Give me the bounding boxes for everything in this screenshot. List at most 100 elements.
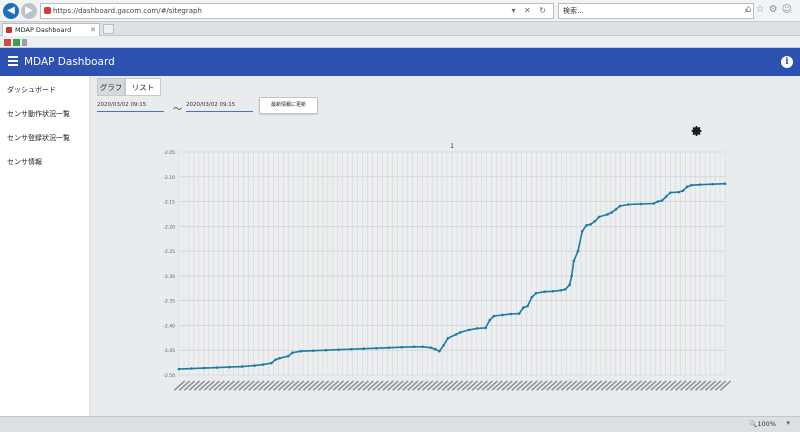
- data-point: [349, 347, 353, 351]
- chart-title: 1: [450, 143, 454, 150]
- data-point: [291, 351, 294, 354]
- chart-settings-gear-icon[interactable]: [691, 125, 703, 137]
- data-point: [568, 283, 571, 287]
- data-point: [375, 346, 378, 350]
- data-point: [484, 326, 487, 330]
- close-icon[interactable]: ✕: [90, 24, 96, 36]
- data-point: [488, 318, 492, 322]
- date-to-input[interactable]: 2020/03/02 09:15: [186, 102, 253, 112]
- data-point: [534, 291, 538, 295]
- main-content: グラフ リスト 2020/03/02 09:15 〜 2020/03/02 09…: [91, 76, 800, 416]
- data-point: [177, 367, 181, 371]
- data-point: [597, 215, 601, 219]
- data-point: [526, 304, 529, 308]
- data-point: [580, 229, 584, 233]
- data-point: [278, 356, 282, 360]
- date-from-input[interactable]: 2020/03/02 09:15: [97, 102, 164, 112]
- app-header: MDAP Dashboard i: [0, 48, 800, 76]
- browser-window: ◀ ▶ https://dashboard.gacom.com/#/sitegr…: [0, 0, 800, 432]
- y-tick-label: -2.20: [163, 224, 175, 230]
- toolbar-icons: ⌂☆⚙☺: [745, 4, 796, 15]
- star-icon[interactable]: ☆: [756, 4, 769, 15]
- data-point: [387, 346, 391, 350]
- data-point: [610, 211, 613, 214]
- data-point: [274, 358, 277, 361]
- y-tick-label: -2.50: [163, 373, 175, 379]
- y-tick-label: -2.05: [163, 150, 175, 156]
- data-point: [572, 259, 576, 263]
- data-point: [215, 366, 219, 369]
- back-button[interactable]: ◀: [3, 3, 19, 19]
- url-input[interactable]: https://dashboard.gacom.com/#/sitegraph …: [40, 3, 554, 19]
- data-point: [509, 312, 513, 316]
- data-point: [606, 213, 609, 216]
- data-point: [517, 312, 521, 315]
- data-point: [228, 365, 231, 369]
- tab-strip: MDAP Dashboard ✕: [0, 22, 800, 36]
- x-axis-ticks: [173, 380, 731, 391]
- data-point: [664, 195, 668, 198]
- y-tick-label: -2.15: [163, 200, 175, 206]
- range-separator: 〜: [173, 105, 183, 115]
- sidebar-item-dashboard[interactable]: ダッシュボード: [7, 85, 56, 95]
- hamburger-menu-icon[interactable]: [8, 56, 18, 66]
- browser-tab[interactable]: MDAP Dashboard ✕: [2, 23, 100, 36]
- favorites-red-icon[interactable]: [4, 39, 11, 46]
- data-point: [652, 202, 655, 205]
- y-tick-label: -2.10: [163, 175, 175, 181]
- data-point: [618, 204, 622, 208]
- y-tick-label: -2.30: [163, 274, 175, 280]
- data-point: [593, 220, 597, 223]
- data-point: [589, 223, 592, 226]
- data-point: [261, 363, 265, 366]
- data-point: [585, 224, 588, 227]
- info-icon[interactable]: i: [781, 56, 793, 68]
- line-chart: -2.05 -2.10 -2.15 -2.20 -2.25 -2.30 -2.35 -2.40…: [163, 143, 731, 391]
- tab-title: MDAP Dashboard: [15, 26, 72, 34]
- new-tab-button[interactable]: [103, 24, 114, 34]
- data-point: [639, 202, 643, 206]
- chevron-down-icon[interactable]: [22, 39, 27, 46]
- smiley-icon[interactable]: ☺: [782, 4, 796, 15]
- data-point: [433, 347, 437, 351]
- chevron-down-icon[interactable]: ▾: [786, 419, 790, 427]
- refresh-latest-button[interactable]: 最新情報に更新: [259, 97, 318, 114]
- data-point: [690, 183, 693, 187]
- search-input[interactable]: 検索... ⌕: [558, 3, 754, 19]
- tab-list[interactable]: リスト: [125, 78, 161, 96]
- refresh-icon[interactable]: ▾ ✕ ↻: [511, 4, 549, 18]
- y-tick-label: -2.25: [163, 249, 175, 255]
- favorites-green-icon[interactable]: [13, 39, 20, 46]
- data-point: [681, 189, 685, 192]
- data-point: [530, 295, 534, 299]
- home-icon[interactable]: ⌂: [745, 4, 755, 15]
- y-tick-label: -2.45: [163, 348, 175, 354]
- data-point: [442, 343, 445, 347]
- gear-icon[interactable]: ⚙: [769, 4, 782, 15]
- forward-button[interactable]: ▶: [21, 3, 37, 19]
- url-text: https://dashboard.gacom.com/#/sitegraph: [53, 7, 202, 15]
- data-point: [270, 361, 273, 365]
- data-point: [337, 348, 340, 352]
- tab-graph[interactable]: グラフ: [97, 78, 125, 96]
- data-point: [324, 348, 328, 352]
- data-point: [685, 185, 689, 188]
- data-point: [475, 327, 479, 330]
- data-point: [454, 333, 458, 336]
- data-point: [312, 349, 315, 353]
- data-point: [576, 249, 580, 253]
- data-point: [421, 345, 424, 349]
- data-point: [551, 289, 555, 293]
- data-point: [501, 313, 504, 317]
- data-point: [614, 208, 618, 211]
- data-point: [660, 199, 664, 202]
- data-point: [656, 200, 660, 203]
- data-point: [669, 191, 672, 194]
- sidebar-item-sensor-registration[interactable]: センサ登録状況一覧: [7, 133, 70, 143]
- data-point: [492, 314, 496, 318]
- sidebar-item-sensor-status[interactable]: センサ動作状況一覧: [7, 109, 70, 119]
- sidebar-item-sensor-info[interactable]: センサ情報: [7, 157, 42, 167]
- data-point: [723, 182, 727, 186]
- data-point: [459, 331, 462, 334]
- zoom-level[interactable]: 🔍100%: [749, 420, 776, 428]
